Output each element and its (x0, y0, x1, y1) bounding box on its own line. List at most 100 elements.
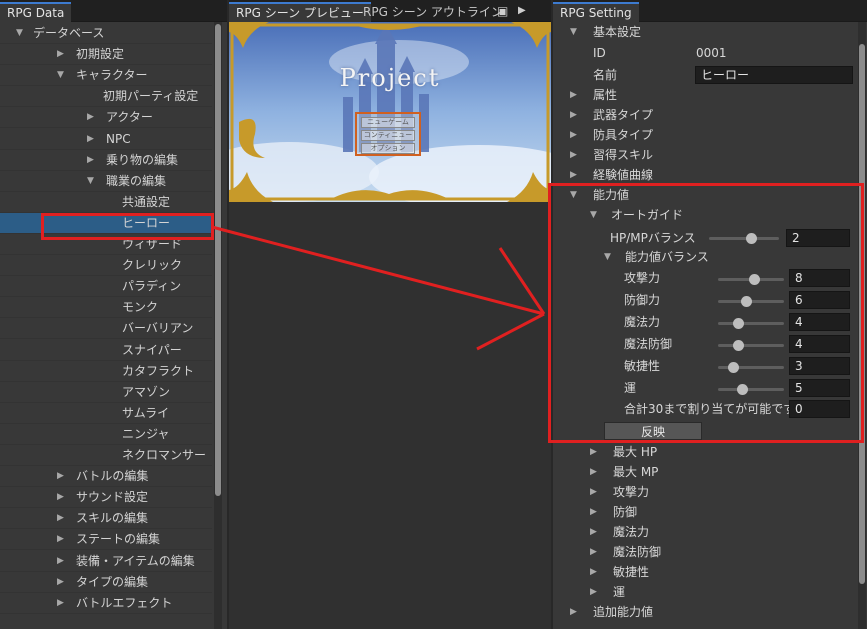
expand-arrow-icon[interactable]: ▶ (57, 508, 64, 529)
tree-item[interactable]: ▶ バトルの編集 (0, 466, 212, 488)
collapsed-section[interactable]: ▶ 防御 (553, 502, 858, 522)
tree-item[interactable]: ▼ キャラクター (0, 65, 212, 87)
tab-scene-outline[interactable]: RPG シーン アウトライン (356, 2, 510, 22)
section-label: 習得スキル (593, 148, 654, 162)
tab-overflow-arrow-icon[interactable]: ▶ (518, 4, 526, 18)
collapsed-section[interactable]: ▶ 魔法力 (553, 522, 858, 542)
expand-arrow-icon[interactable]: ▶ (57, 593, 64, 614)
collapsed-section[interactable]: ▶ 最大 MP (553, 462, 858, 482)
tree-item[interactable]: ▶ スキルの編集 (0, 508, 212, 530)
tree-item[interactable]: カタフラクト (0, 361, 212, 382)
expand-arrow-icon[interactable]: ▶ (57, 551, 64, 572)
tree-item[interactable]: ▶ タイプの編集 (0, 572, 212, 593)
tree-item[interactable]: モンク (0, 297, 212, 319)
left-scrollbar[interactable] (214, 22, 222, 629)
collapsed-section[interactable]: ▶ 攻撃力 (553, 482, 858, 502)
expand-arrow-icon[interactable]: ▶ (87, 150, 94, 171)
tree-item-label: カタフラクト (122, 363, 195, 378)
expand-arrow-icon: ▶ (590, 467, 597, 477)
expand-arrow-icon: ▶ (590, 487, 597, 497)
expand-arrow-icon[interactable]: ▶ (57, 529, 64, 550)
tree-item[interactable]: ▶ サウンド設定 (0, 487, 212, 509)
gamepad-icon[interactable]: ▣ (497, 4, 511, 18)
expand-arrow-icon[interactable]: ▶ (57, 466, 64, 487)
expand-arrow-icon[interactable]: ▶ (57, 44, 64, 65)
tree-item[interactable]: ▶ 装備・アイテムの編集 (0, 551, 212, 572)
tree-item-label: バトルの編集 (76, 469, 149, 484)
expand-arrow-icon: ▶ (590, 507, 597, 517)
collapse-arrow-icon[interactable]: ▼ (87, 171, 94, 192)
expand-arrow-icon: ▶ (570, 90, 577, 100)
collapsed-section[interactable]: ▶ 魔法防御 (553, 542, 858, 562)
collapsed-section[interactable]: ▶ 運 (553, 582, 858, 602)
preview-menu-continue: コンティニュー (361, 130, 415, 141)
expand-arrow-icon: ▶ (590, 527, 597, 537)
collapsed-section[interactable]: ▶ 経験値曲線 (553, 165, 858, 185)
id-row: ID 0001 (553, 43, 858, 63)
tree-item[interactable]: バーバリアン (0, 318, 212, 340)
tree-item[interactable]: クレリック (0, 255, 212, 277)
scene-preview-panel: RPG シーン プレビュー RPG シーン アウトライン ▣ ▶ Project… (229, 0, 551, 629)
tree-item[interactable]: スナイパー (0, 340, 212, 361)
section-extra-ability[interactable]: ▶ 追加能力値 (553, 602, 858, 622)
tree-item[interactable]: ▶ 乗り物の編集 (0, 150, 212, 171)
tree-item[interactable]: ▶ アクター (0, 107, 212, 129)
tree-item-label: クレリック (122, 258, 183, 273)
collapse-arrow-icon: ▼ (570, 27, 577, 37)
tree-item[interactable]: ▶ バトルエフェクト (0, 593, 212, 614)
tab-rpg-data[interactable]: RPG Data (0, 2, 72, 22)
section-label: 最大 MP (613, 465, 659, 479)
tree-item-label: 職業の編集 (106, 173, 167, 188)
section-label: 防御 (613, 505, 638, 519)
tree-item[interactable]: ▶ NPC (0, 129, 212, 150)
tree-item-label: タイプの編集 (76, 574, 149, 589)
tree-item[interactable]: ▶ ステートの編集 (0, 529, 212, 551)
expand-arrow-icon: ▶ (570, 607, 577, 617)
expand-arrow-icon[interactable]: ▶ (57, 487, 64, 508)
expand-arrow-icon[interactable]: ▶ (87, 107, 94, 128)
section-label: 経験値曲線 (593, 168, 654, 182)
tab-rpg-setting[interactable]: RPG Setting (553, 2, 639, 22)
tree-item[interactable]: ▼ 職業の編集 (0, 171, 212, 192)
tree-item[interactable]: ▶ 初期設定 (0, 44, 212, 66)
tree-item-label: サムライ (122, 405, 170, 420)
tree-item[interactable]: 共通設定 (0, 192, 212, 213)
name-label: 名前 (593, 68, 618, 82)
collapsed-section[interactable]: ▶ 武器タイプ (553, 105, 858, 125)
section-basic-settings[interactable]: ▼ 基本設定 (553, 22, 858, 42)
collapsed-section[interactable]: ▶ 最大 HP (553, 442, 858, 462)
tree-item-label: NPC (106, 131, 131, 146)
tree-item[interactable]: サムライ (0, 403, 212, 424)
collapse-arrow-icon[interactable]: ▼ (16, 23, 23, 44)
tree-item[interactable]: ▼ データベース (0, 23, 212, 44)
tree-item-label: 装備・アイテムの編集 (76, 553, 195, 568)
tree-item-label: 初期設定 (76, 47, 125, 62)
collapsed-section[interactable]: ▶ 習得スキル (553, 145, 858, 165)
name-field[interactable]: ヒーロー (695, 66, 853, 84)
collapsed-section[interactable]: ▶ 属性 (553, 85, 858, 105)
left-scrollbar-thumb[interactable] (215, 24, 221, 496)
preview-game-title: Project (339, 64, 441, 92)
tree-item[interactable]: パラディン (0, 276, 212, 298)
section-label: 属性 (593, 88, 618, 102)
expand-arrow-icon: ▶ (570, 150, 577, 160)
id-value: 0001 (696, 46, 727, 60)
tab-scene-preview[interactable]: RPG シーン プレビュー (229, 2, 371, 22)
tree-item[interactable]: アマゾン (0, 382, 212, 403)
section-label: 武器タイプ (593, 108, 654, 122)
section-label: 攻撃力 (613, 485, 650, 499)
expand-arrow-icon[interactable]: ▶ (57, 572, 64, 593)
tree-item[interactable]: ニンジャ (0, 424, 212, 445)
title-screen-preview: Project ニューゲーム コンティニュー オプション (229, 22, 551, 202)
tree-item[interactable]: ネクロマンサー (0, 445, 212, 466)
tree-item[interactable]: 初期パーティ設定 (0, 86, 212, 108)
expand-arrow-icon[interactable]: ▶ (87, 129, 94, 150)
tree-item-label: スナイパー (122, 342, 182, 357)
collapsed-section[interactable]: ▶ 敏捷性 (553, 562, 858, 582)
section-label: 最大 HP (613, 445, 658, 459)
collapsed-section[interactable]: ▶ 防具タイプ (553, 125, 858, 145)
expand-arrow-icon: ▶ (590, 587, 597, 597)
tree-item-label: パラディン (122, 279, 182, 294)
section-label: 運 (613, 585, 626, 599)
collapse-arrow-icon[interactable]: ▼ (57, 65, 64, 86)
